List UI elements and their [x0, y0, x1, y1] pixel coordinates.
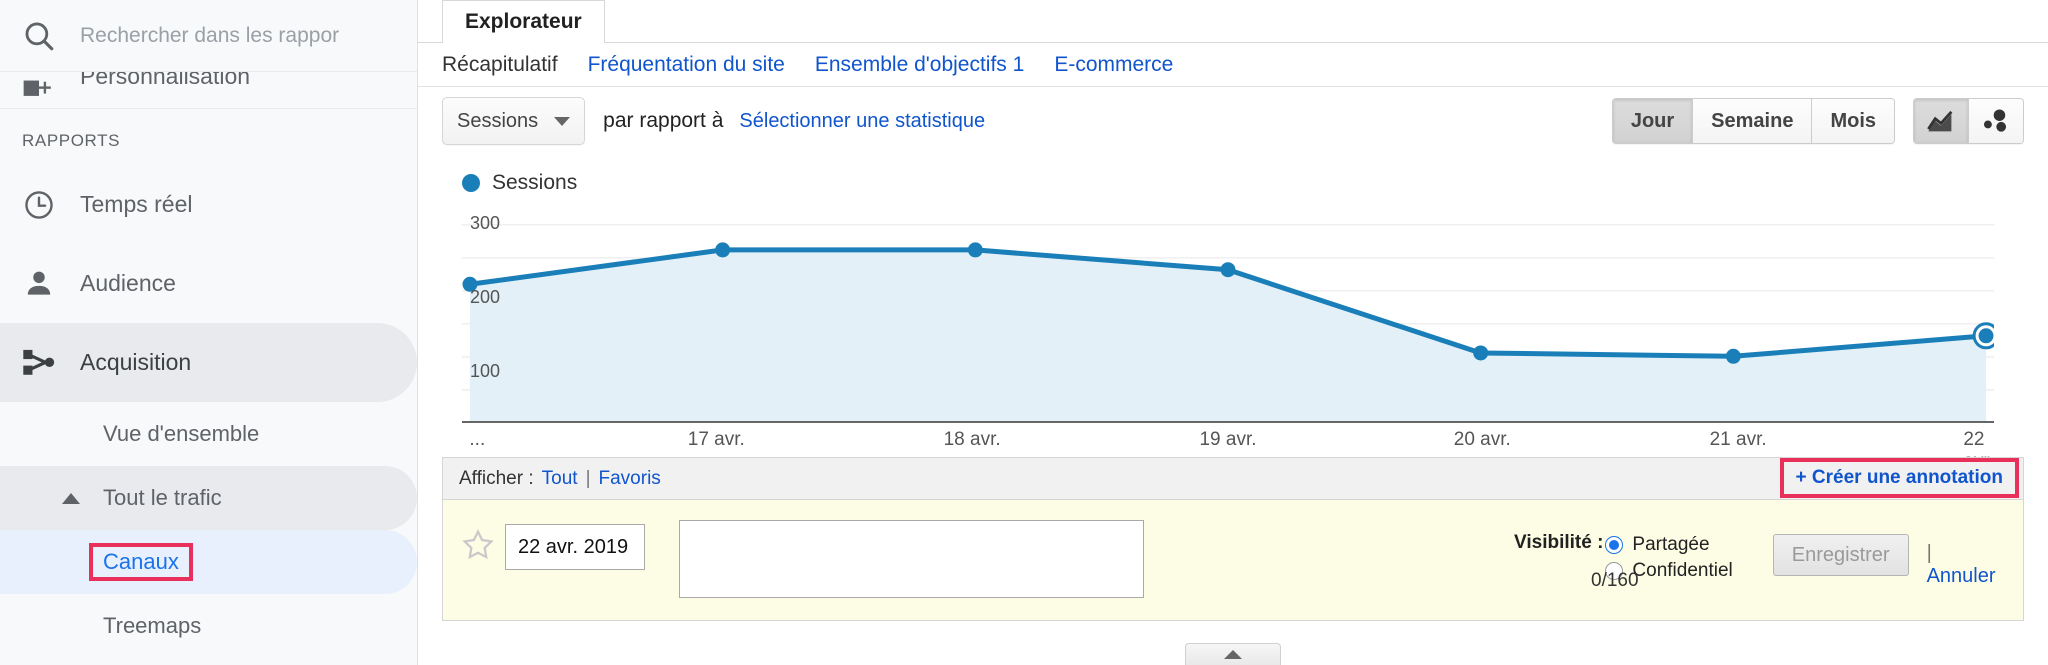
annotation-date-input[interactable] — [505, 524, 645, 570]
metric-select-value: Sessions — [457, 109, 539, 132]
sidebar-item-audience[interactable]: Audience — [0, 244, 417, 323]
x-tick-2: 18 avr. — [943, 429, 1001, 450]
sidebar-section-rapports: RAPPORTS — [22, 131, 121, 150]
sidebar-item-temps-reel[interactable]: Temps réel — [0, 165, 417, 244]
visibility-option-label: Partagée — [1632, 534, 1710, 555]
sidebar-item-label: Temps réel — [80, 191, 193, 217]
tabbar: Explorateur — [418, 0, 2048, 43]
sidebar-subitem-label: Treemaps — [103, 613, 202, 638]
line-chart-icon[interactable] — [1914, 99, 1969, 143]
visibility-option-partagee[interactable]: Partagée — [1605, 532, 1732, 558]
chart-legend: Sessions — [442, 155, 2024, 205]
acquisition-icon — [22, 346, 56, 380]
select-metric-link[interactable]: Sélectionner une statistique — [739, 110, 985, 133]
subtab-frequentation-du-site[interactable]: Fréquentation du site — [588, 53, 785, 77]
subtabs: Récapitulatif Fréquentation du site Ense… — [418, 43, 2048, 87]
sidebar-subitem-treemaps[interactable]: Treemaps — [0, 594, 417, 658]
sidebar-subitem-label: Vue d'ensemble — [103, 421, 260, 446]
save-annotation-button[interactable]: Enregistrer — [1772, 534, 1909, 576]
cancel-annotation-link[interactable]: Annuler — [1927, 565, 1996, 587]
tab-label: Explorateur — [465, 10, 582, 33]
search-icon — [22, 19, 56, 53]
granularity-button-group: Jour Semaine Mois — [1611, 98, 1895, 144]
star-outline-icon[interactable] — [461, 528, 501, 567]
granularity-semaine-button[interactable]: Semaine — [1693, 99, 1813, 143]
annotation-header: Afficher : Tout | Favoris + Créer une an… — [442, 457, 2024, 499]
y-tick-100: 100 — [470, 361, 501, 381]
annotation-filter-favoris[interactable]: Favoris — [599, 468, 661, 490]
sidebar-subitem-tout-le-trafic[interactable]: Tout le trafic — [0, 466, 417, 530]
sidebar: Personnalisation RAPPORTS Temps réel Aud… — [0, 0, 418, 665]
annotation-panel: Afficher : Tout | Favoris + Créer une an… — [442, 457, 2024, 621]
person-icon — [22, 267, 56, 301]
customization-icon — [22, 77, 56, 103]
chart-toolbar: Sessions par rapport à Sélectionner une … — [418, 87, 2048, 155]
annotation-form: 0/160 Visibilité : Partagée Confidentiel — [442, 499, 2024, 621]
collapse-annotations-handle[interactable] — [1185, 643, 1281, 665]
x-tick-0: ... — [469, 429, 486, 450]
create-annotation-link[interactable]: + Créer une annotation — [1779, 458, 2020, 498]
legend-dot-sessions — [462, 174, 480, 192]
clock-icon — [22, 188, 56, 222]
subtab-e-commerce[interactable]: E-commerce — [1054, 53, 1173, 77]
annotation-show-label: Afficher : — [459, 467, 534, 489]
sidebar-item-label: Personnalisation — [80, 72, 251, 89]
caret-up-icon — [62, 492, 80, 504]
radio-partagee-icon[interactable] — [1605, 536, 1624, 554]
cancel-wrap: | Annuler — [1927, 542, 2005, 588]
compare-label: par rapport à — [603, 109, 724, 132]
legend-label-sessions: Sessions — [492, 171, 578, 194]
chart-plot[interactable]: 300 200 100 — [462, 205, 1994, 423]
y-tick-200: 200 — [470, 287, 501, 307]
sidebar-subitem-label: Tout le trafic — [103, 485, 222, 510]
visibility-label: Visibilité : — [1514, 532, 1604, 553]
annotation-filter-tout[interactable]: Tout — [542, 468, 578, 490]
subtab-recapitulatif[interactable]: Récapitulatif — [442, 53, 558, 77]
motion-chart-icon[interactable] — [1969, 99, 2023, 143]
chart-area: Sessions 300 200 100 ... 17 avr. 18 avr.… — [418, 155, 2048, 472]
sidebar-item-personnalisation[interactable]: Personnalisation — [0, 72, 417, 108]
metric-select[interactable]: Sessions — [442, 97, 586, 145]
y-tick-300: 300 — [470, 213, 501, 233]
chart-type-button-group — [1913, 98, 2024, 144]
x-tick-1: 17 avr. — [687, 429, 745, 450]
sidebar-item-acquisition[interactable]: Acquisition — [0, 323, 417, 402]
sidebar-subitem-label: Canaux — [89, 543, 193, 581]
analytics-app: Personnalisation RAPPORTS Temps réel Aud… — [0, 0, 2048, 665]
toolbar-right: Jour Semaine Mois — [1611, 98, 2024, 144]
sidebar-item-label: Acquisition — [80, 349, 192, 375]
main-content: Explorateur Récapitulatif Fréquentation … — [418, 0, 2048, 665]
cancel-separator: | — [1926, 542, 1932, 564]
annotation-note-textarea[interactable] — [679, 520, 1145, 598]
chart-svg — [462, 224, 1994, 423]
x-tick-4: 20 avr. — [1453, 429, 1511, 450]
chart-x-axis: ... 17 avr. 18 avr. 19 avr. 20 avr. 21 a… — [462, 423, 1994, 472]
subtab-ensemble-dobjectifs-1[interactable]: Ensemble d'objectifs 1 — [815, 53, 1024, 77]
sidebar-subitem-vue-densemble[interactable]: Vue d'ensemble — [0, 402, 417, 466]
tab-explorateur[interactable]: Explorateur — [442, 0, 605, 43]
chevron-down-icon — [554, 116, 571, 126]
search-row — [0, 0, 417, 72]
sidebar-subitem-source-support[interactable]: Source/Support — [0, 658, 417, 665]
visibility-option-label: Confidentiel — [1632, 560, 1733, 581]
x-tick-5: 21 avr. — [1709, 429, 1767, 450]
granularity-mois-button[interactable]: Mois — [1812, 99, 1894, 143]
annotation-char-count: 0/160 — [1591, 570, 1639, 591]
annotation-filter-separator: | — [585, 467, 591, 489]
x-tick-3: 19 avr. — [1199, 429, 1257, 450]
sidebar-subitem-canaux[interactable]: Canaux — [0, 530, 417, 594]
sidebar-item-label: Audience — [80, 270, 176, 296]
chevron-up-icon — [1224, 650, 1242, 659]
granularity-jour-button[interactable]: Jour — [1612, 99, 1694, 143]
search-input[interactable] — [80, 23, 380, 48]
